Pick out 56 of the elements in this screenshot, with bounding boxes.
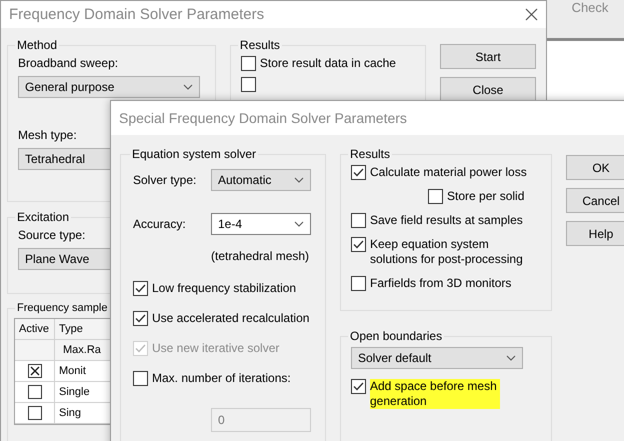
caret-icon [294, 177, 304, 183]
checkbox[interactable] [351, 237, 366, 252]
checkbox[interactable] [133, 311, 148, 326]
input-field[interactable]: 0 [211, 408, 311, 432]
dropdown[interactable]: Solver default [351, 347, 523, 369]
caret-icon [183, 84, 193, 90]
group-title: Results [349, 147, 392, 161]
checkbox[interactable] [351, 213, 366, 228]
field-label: Broadband sweep: [18, 56, 120, 70]
checkbox[interactable] [428, 189, 443, 204]
checkbox[interactable] [351, 379, 366, 394]
checkbox[interactable] [28, 364, 42, 378]
caret-icon [506, 355, 516, 361]
checkbox[interactable] [240, 56, 256, 71]
checkbox-label: Use accelerated recalculation [152, 311, 310, 326]
field-label: Solver type: [133, 173, 198, 187]
checkbox[interactable] [240, 77, 256, 92]
group-title: Excitation [16, 210, 70, 224]
checkbox-label: Store result data in cache [260, 56, 396, 71]
field-label: Source type: [18, 228, 86, 242]
window-title: Check [572, 0, 608, 15]
close-icon[interactable] [525, 8, 538, 21]
dialog-title: Special Frequency Domain Solver Parameters [119, 110, 407, 126]
field-label: Accuracy: [133, 217, 187, 231]
checkbox-label: Max. number of iterations: [152, 371, 291, 386]
group-title: Results [238, 38, 281, 52]
group-title: Open boundaries [349, 329, 444, 343]
note-text: (tetrahedral mesh) [211, 249, 310, 263]
caret-icon [294, 221, 304, 227]
window-title: Frequency Domain Solver Parameters [9, 6, 264, 23]
dialog-button[interactable]: Cancel [566, 188, 624, 213]
checkbox-label: Low frequency stabilization [152, 281, 296, 296]
checkbox[interactable] [133, 281, 148, 296]
dialog-button[interactable]: Help [566, 221, 624, 246]
checkbox[interactable] [351, 165, 366, 180]
checkbox[interactable] [133, 371, 148, 386]
checkbox-label: Save field results at samples [370, 213, 523, 228]
dropdown[interactable]: General purpose [18, 76, 200, 98]
group-title: Frequency sample [16, 302, 108, 314]
checkbox-label: Add space before mesh generation [370, 379, 500, 409]
dialog-button[interactable]: Start [440, 44, 536, 69]
field-label: Mesh type: [18, 128, 78, 142]
checkbox-label: Calculate material power loss [370, 165, 527, 180]
checkbox-label: Farfields from 3D monitors [370, 276, 512, 291]
dialog-button[interactable]: Close [440, 77, 536, 102]
checkbox-label: Use new iterative solver [152, 341, 280, 356]
checkbox[interactable] [28, 406, 42, 420]
checkbox[interactable] [351, 276, 366, 291]
combo-box[interactable]: 1e-4 [211, 213, 311, 235]
column-header[interactable]: Active [15, 319, 55, 340]
checkbox[interactable] [28, 385, 42, 399]
dialog-button[interactable]: OK [566, 155, 624, 180]
checkbox-label: Keep equation system solutions for post-processing [370, 237, 524, 267]
group-title: Method [16, 38, 58, 52]
dropdown[interactable]: Automatic [211, 169, 311, 191]
checkbox-label: Store per solid [447, 189, 524, 204]
